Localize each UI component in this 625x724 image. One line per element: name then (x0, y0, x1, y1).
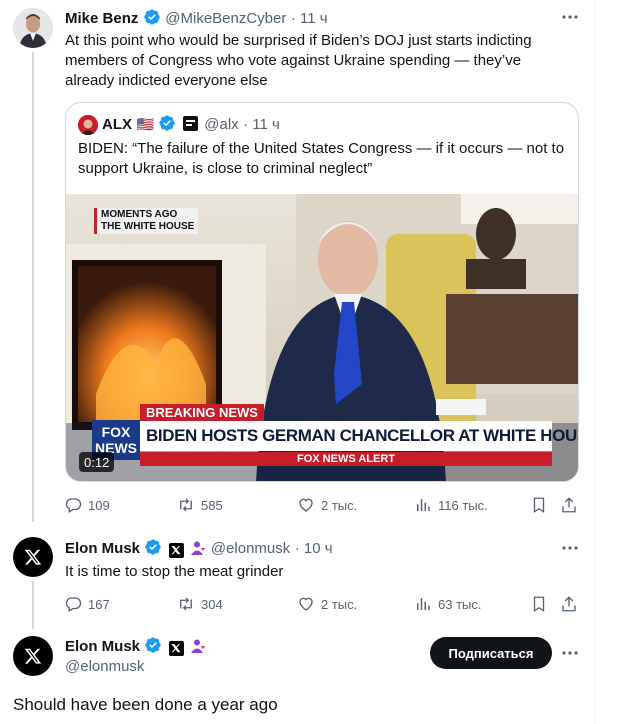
retweet-icon (180, 498, 192, 512)
government-label-icon (190, 540, 206, 556)
follow-button[interactable]: Подписаться (430, 637, 552, 669)
tweet-time[interactable]: · 10 ч (295, 540, 333, 557)
avatar-alx[interactable] (78, 115, 98, 135)
x-logo-icon (24, 648, 42, 664)
x-affiliate-icon (168, 641, 184, 656)
reply-count: 167 (88, 596, 110, 612)
bookmark-button[interactable] (530, 494, 548, 516)
right-column-border (595, 0, 596, 724)
retweet-count: 585 (201, 497, 223, 513)
tweet-text: It is time to stop the meat grinder (65, 563, 284, 580)
more-options-icon[interactable] (560, 538, 580, 558)
tweet-text: Should have been done a year ago (13, 695, 278, 714)
avatar-elon-musk[interactable] (13, 636, 53, 676)
author-name[interactable]: Mike Benz (65, 10, 138, 27)
author-name[interactable]: Elon Musk (65, 638, 140, 655)
share-button[interactable] (560, 494, 578, 516)
reply-icon (65, 597, 82, 612)
location-tag: MOMENTS AGO THE WHITE HOUSE (94, 208, 199, 234)
retweet-count: 304 (201, 596, 223, 612)
tweet-actions: 109 585 2 тыс. 116 тыс. (64, 494, 579, 516)
like-count: 2 тыс. (321, 596, 358, 612)
like-button[interactable]: 2 тыс. (297, 593, 357, 615)
tweet-text: At this point who would be surprised if … (65, 32, 532, 89)
verified-badge-icon (144, 539, 166, 557)
like-button[interactable]: 2 тыс. (297, 494, 357, 516)
views-button[interactable]: 116 тыс. (414, 494, 488, 516)
bookmark-icon (533, 596, 545, 613)
author-name[interactable]: Elon Musk (65, 540, 140, 557)
thread-connector (32, 581, 34, 629)
reply-button[interactable]: 167 (64, 593, 110, 615)
avatar-mike-benz[interactable] (13, 8, 53, 48)
views-count: 63 тыс. (438, 596, 482, 612)
heart-icon (299, 597, 313, 611)
heart-icon (299, 498, 313, 512)
tag-line-2: THE WHITE HOUSE (101, 221, 195, 232)
quote-author-name[interactable]: ALX (102, 116, 132, 133)
views-count: 116 тыс. (438, 497, 488, 513)
share-icon (562, 497, 576, 513)
quoted-tweet[interactable]: ALX 🇺🇸 @alx · 11 ч BIDEN: “The failure o… (65, 102, 579, 482)
fox-news-alert-bar: FOX NEWS ALERT (140, 452, 552, 466)
reply-icon (65, 498, 82, 513)
quote-text: BIDEN: “The failure of the United States… (78, 140, 565, 177)
author-handle[interactable]: @MikeBenzCyber (165, 10, 286, 27)
views-button[interactable]: 63 тыс. (414, 593, 481, 615)
avatar-elon-musk[interactable] (13, 537, 53, 577)
tweet-actions: 167 304 2 тыс. 63 тыс. (64, 593, 579, 615)
breaking-news-bar: BREAKING NEWS (140, 404, 264, 421)
bookmark-icon (533, 497, 545, 514)
reply-button[interactable]: 109 (64, 494, 110, 516)
thread-connector (32, 52, 34, 522)
video-player[interactable]: MOMENTS AGO THE WHITE HOUSE BREAKING NEW… (66, 194, 578, 481)
verified-badge-icon (158, 115, 180, 133)
like-count: 2 тыс. (321, 497, 358, 513)
video-duration: 0:12 (79, 452, 115, 472)
views-chart-icon (417, 499, 430, 511)
more-options-icon[interactable] (560, 643, 580, 663)
author-handle[interactable]: @elonmusk (211, 540, 290, 557)
government-label-icon (190, 638, 206, 654)
verified-badge-icon (143, 9, 165, 27)
author-handle[interactable]: @elonmusk (65, 658, 144, 675)
affiliate-logo-icon (182, 116, 198, 131)
verified-badge-icon (144, 637, 166, 655)
quote-author-handle[interactable]: @alx (204, 116, 238, 133)
views-chart-icon (417, 598, 430, 610)
headline-bar: BIDEN HOSTS GERMAN CHANCELLOR AT WHITE H… (140, 421, 578, 451)
retweet-button[interactable]: 304 (177, 593, 223, 615)
us-flag-icon: 🇺🇸 (136, 116, 154, 132)
x-affiliate-icon (168, 543, 184, 558)
bookmark-button[interactable] (530, 593, 548, 615)
share-button[interactable] (560, 593, 578, 615)
share-icon (562, 596, 576, 612)
retweet-button[interactable]: 585 (177, 494, 223, 516)
tag-line-1: MOMENTS AGO (101, 209, 178, 220)
retweet-icon (180, 597, 192, 611)
x-logo-icon (24, 549, 42, 565)
tweet-time[interactable]: · 11 ч (291, 10, 328, 27)
more-options-icon[interactable] (560, 7, 580, 27)
reply-count: 109 (88, 497, 110, 513)
quote-time[interactable]: · 11 ч (243, 116, 280, 133)
